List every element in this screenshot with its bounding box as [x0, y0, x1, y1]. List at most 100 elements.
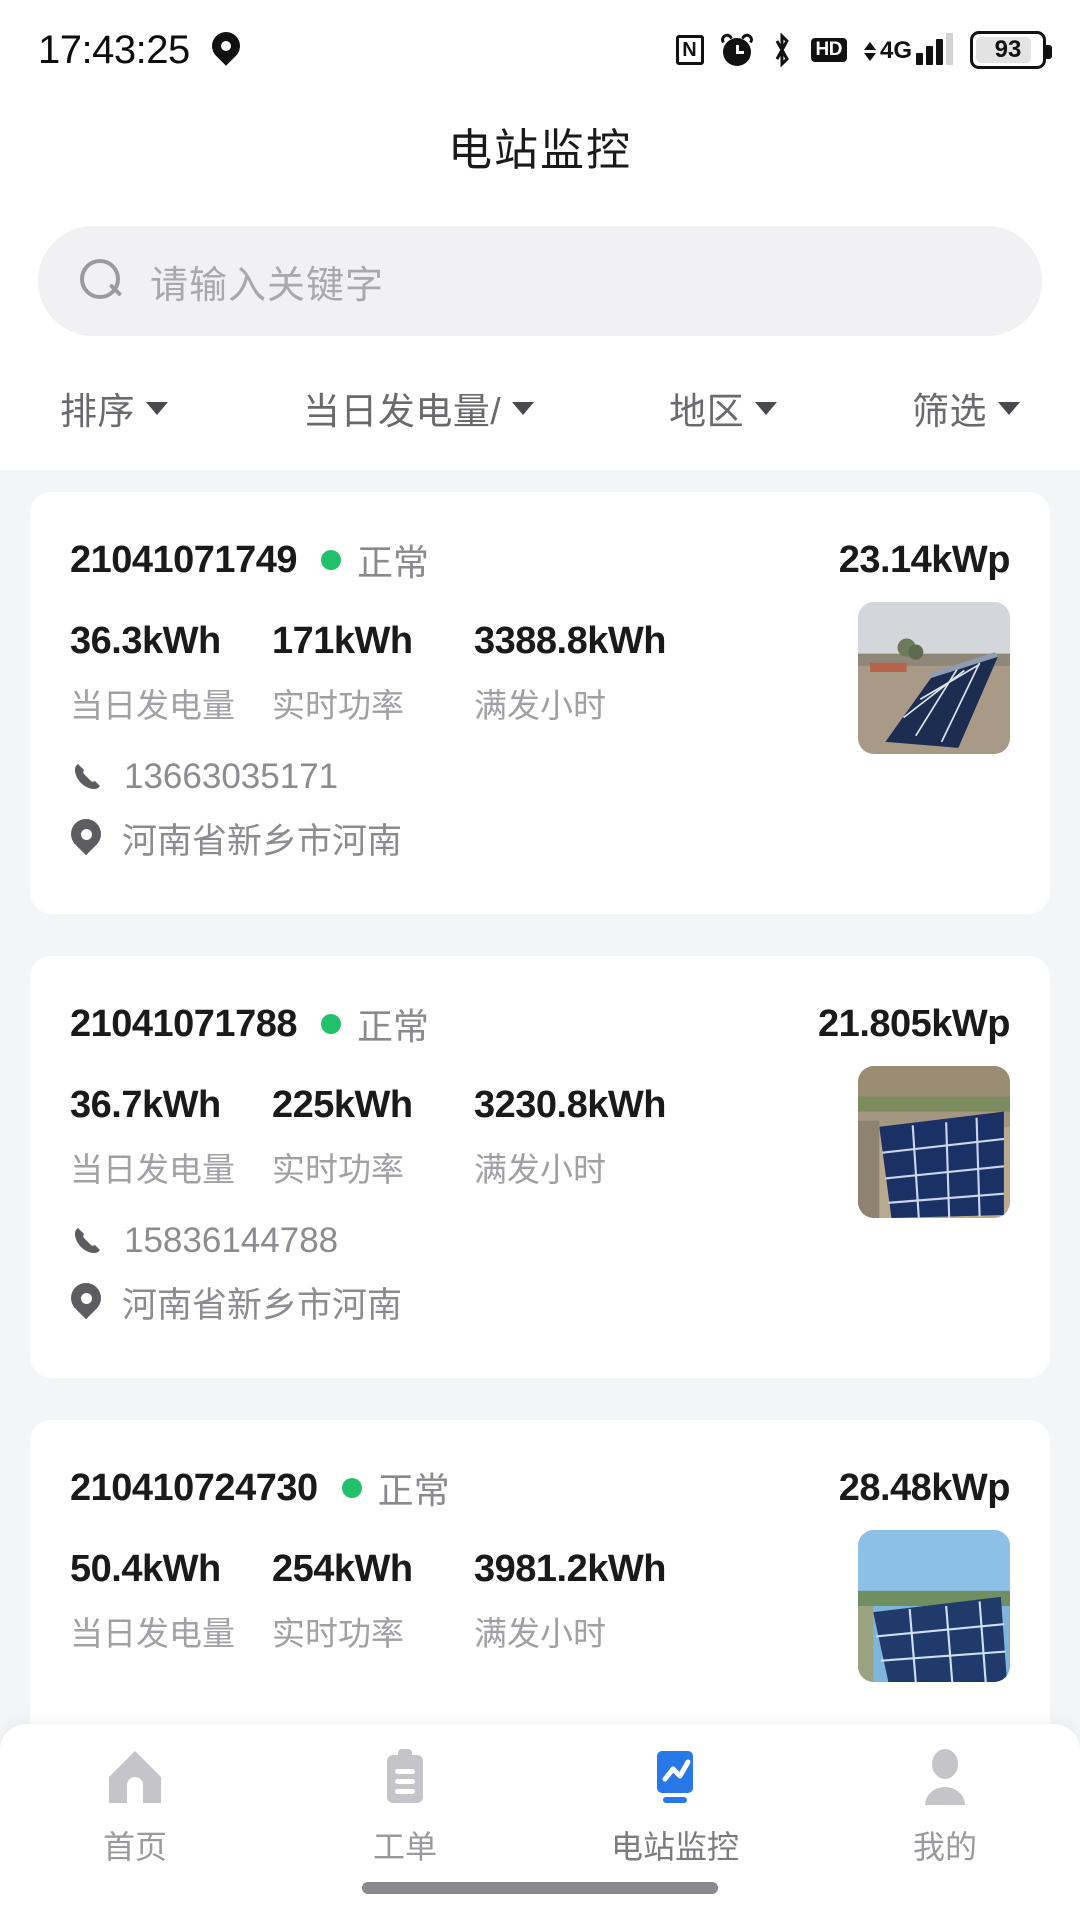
metric-value: 3230.8kWh	[474, 1084, 666, 1126]
status-bar-clock: 17:43:25	[38, 27, 190, 72]
metric-value: 171kWh	[272, 620, 413, 662]
chevron-down-icon	[146, 401, 168, 415]
station-card[interactable]: 21041071788 正常 21.805kWp 36.7kWh 当日发电量 2…	[30, 956, 1050, 1378]
filter-bar: 排序 当日发电量/ 地区 筛选	[0, 346, 1080, 470]
hd-icon: HD	[810, 37, 847, 63]
metric-value: 50.4kWh	[70, 1548, 221, 1590]
clipboard-icon	[370, 1742, 440, 1812]
station-card[interactable]: 21041071749 正常 23.14kWp 36.3kWh 当日发电量 17…	[30, 492, 1050, 914]
nav-item-profile[interactable]: 我的	[810, 1742, 1080, 1868]
chevron-down-icon	[755, 401, 778, 415]
metric-full-hours: 3981.2kWh 满发小时	[474, 1548, 734, 1655]
chevron-down-icon	[998, 401, 1020, 415]
metric-daily-generation: 50.4kWh 当日发电量	[70, 1548, 272, 1655]
station-thumbnail[interactable]	[858, 602, 1010, 754]
station-thumbnail[interactable]	[858, 1066, 1010, 1218]
metric-daily-generation: 36.7kWh 当日发电量	[70, 1084, 272, 1191]
battery-level-label: 93	[994, 36, 1022, 63]
filter-more[interactable]: 筛选	[912, 381, 1020, 435]
metric-label: 满发小时	[474, 1151, 606, 1188]
filter-more-label: 筛选	[912, 391, 987, 432]
station-card-header: 21041071788 正常 21.805kWp	[70, 998, 1010, 1050]
search-input[interactable]: 请输入关键字	[150, 254, 384, 309]
metric-full-hours: 3230.8kWh 满发小时	[474, 1084, 734, 1191]
station-id: 210410724730	[70, 1466, 318, 1509]
station-contact: 13663035171 河南省新乡市河南	[70, 757, 1010, 864]
station-card-header: 210410724730 正常 28.48kWp	[70, 1462, 1011, 1514]
address-row: 河南省新乡市河南	[70, 1277, 1010, 1328]
metric-label: 实时功率	[272, 687, 404, 724]
search-section: 请输入关键字	[0, 192, 1080, 346]
metric-label: 实时功率	[272, 1615, 404, 1652]
location-pin-icon	[212, 32, 240, 68]
metric-value: 254kWh	[272, 1548, 413, 1590]
person-icon	[910, 1742, 980, 1812]
nav-item-station-monitor[interactable]: 电站监控	[540, 1742, 810, 1868]
metric-label: 满发小时	[474, 687, 606, 724]
status-bar-left: 17:43:25	[38, 28, 240, 73]
station-id: 21041071788	[70, 1002, 297, 1045]
phone-number: 15836144788	[124, 1221, 339, 1260]
filter-daily-generation[interactable]: 当日发电量/	[303, 381, 535, 435]
status-bar: 17:43:25 N HD 4G 93	[0, 0, 1080, 100]
bluetooth-icon	[770, 32, 794, 68]
search-bar[interactable]: 请输入关键字	[38, 226, 1042, 336]
phone-icon	[70, 759, 106, 795]
status-dot-icon	[341, 1478, 362, 1498]
metric-label: 实时功率	[272, 1151, 404, 1188]
status-label: 正常	[377, 1470, 450, 1511]
nfc-icon: N	[675, 35, 704, 65]
station-capacity: 28.48kWp	[838, 1466, 1011, 1509]
nav-label: 工单	[372, 1829, 437, 1865]
filter-sort-label: 排序	[60, 391, 135, 432]
filter-sort[interactable]: 排序	[60, 381, 168, 435]
app-screen: 17:43:25 N HD 4G 93 电站监控 请输入关键字 排序 当日发电量…	[0, 0, 1080, 1920]
chart-icon	[640, 1742, 710, 1812]
phone-row[interactable]: 13663035171	[70, 757, 1010, 797]
nav-item-home[interactable]: 首页	[0, 1742, 270, 1868]
location-icon	[70, 819, 104, 859]
station-address: 河南省新乡市河南	[122, 822, 403, 861]
status-badge: 正常	[320, 998, 429, 1050]
signal-bars-icon	[916, 33, 953, 65]
bottom-navigation: 首页 工单 电站监控 我的	[0, 1724, 1080, 1920]
metric-realtime-power: 254kWh 实时功率	[272, 1548, 474, 1655]
status-dot-icon	[320, 550, 341, 570]
nav-item-work-order[interactable]: 工单	[270, 1742, 540, 1868]
station-card-header: 21041071749 正常 23.14kWp	[70, 534, 1011, 586]
metric-value: 3981.2kWh	[474, 1548, 666, 1590]
status-label: 正常	[356, 542, 429, 583]
filter-region[interactable]: 地区	[669, 381, 778, 435]
page-header: 电站监控	[0, 100, 1080, 192]
network-type-label: 4G	[879, 37, 912, 64]
address-row: 河南省新乡市河南	[70, 813, 1010, 864]
station-list[interactable]: 21041071749 正常 23.14kWp 36.3kWh 当日发电量 17…	[0, 470, 1080, 1874]
battery-icon: 93	[970, 31, 1052, 69]
phone-icon	[70, 1223, 106, 1259]
status-label: 正常	[356, 1006, 429, 1047]
metric-label: 当日发电量	[70, 1615, 235, 1652]
location-icon	[70, 1283, 104, 1323]
nav-label: 我的	[912, 1829, 977, 1865]
status-badge: 正常	[341, 1462, 450, 1514]
metric-daily-generation: 36.3kWh 当日发电量	[70, 620, 272, 727]
metric-value: 36.7kWh	[70, 1084, 221, 1126]
metric-value: 225kWh	[272, 1084, 413, 1126]
metric-realtime-power: 171kWh 实时功率	[272, 620, 474, 727]
metric-label: 满发小时	[474, 1615, 606, 1652]
home-indicator	[362, 1882, 718, 1894]
metric-value: 3388.8kWh	[474, 620, 666, 662]
station-thumbnail[interactable]	[858, 1530, 1010, 1682]
nav-label: 电站监控	[610, 1829, 739, 1865]
home-icon	[100, 1742, 170, 1812]
phone-number: 13663035171	[124, 757, 339, 796]
phone-row[interactable]: 15836144788	[70, 1221, 1010, 1261]
chevron-down-icon	[512, 401, 535, 415]
metric-label: 当日发电量	[70, 1151, 235, 1188]
metric-value: 36.3kWh	[70, 620, 221, 662]
search-icon	[80, 259, 124, 303]
alarm-icon	[718, 31, 755, 66]
filter-region-label: 地区	[669, 391, 745, 432]
metric-realtime-power: 225kWh 实时功率	[272, 1084, 474, 1191]
status-badge: 正常	[320, 534, 429, 586]
